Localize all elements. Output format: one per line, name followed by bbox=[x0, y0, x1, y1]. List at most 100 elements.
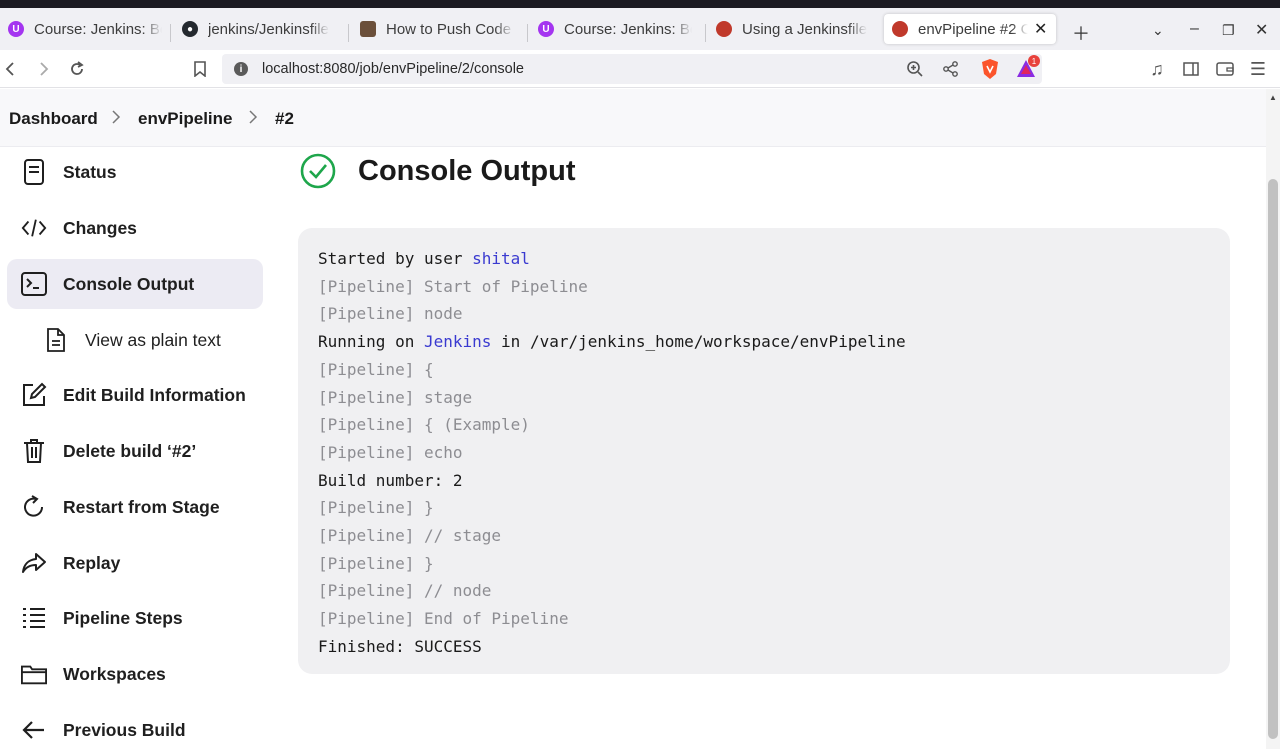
forward-icon[interactable] bbox=[32, 58, 54, 80]
breadcrumb-dashboard[interactable]: Dashboard bbox=[9, 109, 98, 129]
sidebar-toggle-icon[interactable] bbox=[1180, 58, 1202, 80]
console-text: [Pipeline] { bbox=[318, 359, 434, 379]
console-line: [Pipeline] echo bbox=[318, 439, 1210, 467]
reload-icon[interactable] bbox=[66, 58, 88, 80]
scroll-up-icon[interactable]: ▲ bbox=[1269, 93, 1277, 102]
udemy-favicon-icon: U bbox=[538, 21, 554, 37]
close-window-icon[interactable]: ✕ bbox=[1255, 20, 1268, 40]
jenkins-favicon-icon bbox=[892, 21, 908, 37]
console-line: Running on Jenkins in /var/jenkins_home/… bbox=[318, 328, 1210, 356]
navigation-bar: i localhost:8080/job/envPipeline/2/conso… bbox=[0, 50, 1280, 88]
sidebar-item-status[interactable]: Status bbox=[7, 147, 263, 197]
sidebar: Status Changes Console Output View as pl… bbox=[0, 147, 270, 749]
sidebar-item-replay[interactable]: Replay bbox=[7, 538, 263, 588]
scrollbar-thumb[interactable] bbox=[1268, 179, 1278, 739]
bookmark-icon[interactable] bbox=[189, 58, 211, 80]
tab-3[interactable]: U Course: Jenkins: Be bbox=[530, 14, 700, 44]
tab-1[interactable]: ● jenkins/Jenkinsfile bbox=[174, 14, 344, 44]
new-tab-icon[interactable]: ＋ bbox=[1072, 20, 1090, 46]
breadcrumb: Dashboard envPipeline #2 bbox=[0, 89, 1266, 147]
sidebar-item-delete-build[interactable]: Delete build ‘#2’ bbox=[7, 426, 263, 476]
console-line: Started by user shital bbox=[318, 245, 1210, 273]
rewards-badge: 1 bbox=[1028, 55, 1040, 67]
console-link[interactable]: Jenkins bbox=[424, 332, 491, 351]
console-text: [Pipeline] echo bbox=[318, 442, 463, 462]
jenkins-favicon-icon bbox=[716, 21, 732, 37]
document-icon bbox=[21, 159, 47, 185]
restore-icon[interactable]: ❐ bbox=[1222, 22, 1235, 39]
sidebar-item-previous-build[interactable]: Previous Build bbox=[7, 705, 263, 755]
media-icon[interactable]: ♫ bbox=[1146, 58, 1168, 80]
sidebar-item-console-output[interactable]: Console Output bbox=[7, 259, 263, 309]
console-text: [Pipeline] End of Pipeline bbox=[318, 609, 569, 629]
console-text: [Pipeline] // node bbox=[318, 581, 492, 601]
minimize-icon[interactable]: – bbox=[1190, 20, 1199, 38]
console-line: [Pipeline] { bbox=[318, 356, 1210, 384]
arrow-left-icon bbox=[21, 717, 47, 743]
console-line: [Pipeline] stage bbox=[318, 384, 1210, 412]
console-text: [Pipeline] node bbox=[318, 304, 463, 324]
brave-shields-icon[interactable] bbox=[980, 58, 1000, 85]
success-check-icon bbox=[300, 153, 336, 189]
console-line: [Pipeline] Start of Pipeline bbox=[318, 273, 1210, 301]
console-line: [Pipeline] } bbox=[318, 494, 1210, 522]
code-icon bbox=[21, 215, 47, 241]
window-top-strip bbox=[0, 0, 1280, 8]
github-favicon-icon: ● bbox=[182, 21, 198, 37]
restart-icon bbox=[21, 494, 47, 520]
console-line: [Pipeline] { (Example) bbox=[318, 411, 1210, 439]
address-bar[interactable]: i localhost:8080/job/envPipeline/2/conso… bbox=[222, 54, 1042, 84]
edit-icon bbox=[21, 382, 47, 408]
tab-2[interactable]: How to Push Code t bbox=[352, 14, 522, 44]
sidebar-item-edit-build-information[interactable]: Edit Build Information bbox=[7, 370, 263, 420]
console-text: Started by user bbox=[318, 249, 473, 268]
console-text: [Pipeline] } bbox=[318, 553, 434, 573]
sidebar-item-changes[interactable]: Changes bbox=[7, 203, 263, 253]
person-favicon-icon bbox=[360, 21, 376, 37]
console-line: Build number: 2 bbox=[318, 467, 1210, 495]
sidebar-item-restart-from-stage[interactable]: Restart from Stage bbox=[7, 482, 263, 532]
console-text: Finished: SUCCESS bbox=[318, 636, 482, 656]
breadcrumb-job[interactable]: envPipeline bbox=[138, 109, 232, 129]
udemy-favicon-icon: U bbox=[8, 21, 24, 37]
file-icon bbox=[43, 327, 69, 353]
site-info-icon[interactable]: i bbox=[234, 62, 248, 76]
tab-5-active[interactable]: envPipeline #2 C ✕ bbox=[884, 14, 1056, 44]
menu-icon[interactable]: ☰ bbox=[1247, 58, 1269, 80]
sidebar-item-view-plain-text[interactable]: View as plain text bbox=[7, 315, 263, 365]
console-text: [Pipeline] stage bbox=[318, 387, 473, 407]
tab-divider bbox=[170, 24, 171, 42]
page-title: Console Output bbox=[358, 155, 576, 187]
tab-divider bbox=[527, 24, 528, 42]
wallet-icon[interactable] bbox=[1214, 58, 1236, 80]
page-scrollbar[interactable]: ▲ bbox=[1266, 89, 1280, 749]
console-text: [Pipeline] } bbox=[318, 498, 434, 518]
console-text: [Pipeline] { (Example) bbox=[318, 415, 530, 435]
zoom-icon[interactable] bbox=[906, 60, 924, 83]
trash-icon bbox=[21, 438, 47, 464]
terminal-icon bbox=[21, 271, 47, 297]
tab-list-chevron-icon[interactable]: ⌄ bbox=[1152, 22, 1164, 39]
close-tab-icon[interactable]: ✕ bbox=[1034, 19, 1047, 39]
console-text: Build number: 2 bbox=[318, 470, 463, 490]
sidebar-item-pipeline-steps[interactable]: Pipeline Steps bbox=[7, 593, 263, 643]
replay-icon bbox=[21, 550, 47, 576]
list-icon bbox=[21, 605, 47, 631]
console-text: [Pipeline] // stage bbox=[318, 526, 502, 546]
console-text: Running on bbox=[318, 332, 424, 352]
tab-4[interactable]: Using a Jenkinsfile bbox=[708, 14, 878, 44]
console-link[interactable]: shital bbox=[472, 249, 530, 268]
console-text: [Pipeline] Start of Pipeline bbox=[318, 276, 588, 296]
tab-divider bbox=[348, 24, 349, 42]
console-output: Started by user shital [Pipeline] Start o… bbox=[298, 228, 1230, 674]
console-line: [Pipeline] } bbox=[318, 550, 1210, 578]
tab-divider bbox=[705, 24, 706, 42]
console-line: [Pipeline] End of Pipeline bbox=[318, 605, 1210, 633]
sidebar-item-workspaces[interactable]: Workspaces bbox=[7, 649, 263, 699]
breadcrumb-build[interactable]: #2 bbox=[275, 109, 294, 129]
back-icon[interactable] bbox=[0, 58, 22, 80]
tab-0[interactable]: U Course: Jenkins: Be bbox=[0, 14, 170, 44]
folder-icon bbox=[21, 661, 47, 687]
share-icon[interactable] bbox=[942, 60, 960, 83]
console-line: [Pipeline] // stage bbox=[318, 522, 1210, 550]
